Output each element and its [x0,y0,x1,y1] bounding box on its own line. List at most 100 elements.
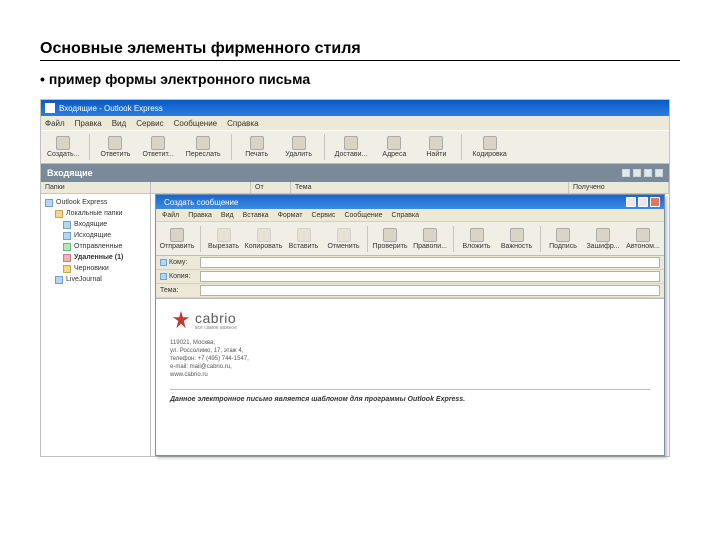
col-subject[interactable]: Тема [291,182,569,193]
cmenu-tools[interactable]: Сервис [311,212,335,219]
ct-send-button[interactable]: Отправить [160,227,194,251]
encrypt-icon [596,228,610,242]
cc-field-row: Копия: [156,270,664,284]
col-from-icons[interactable] [151,182,251,193]
tb-find-label: Найти [426,151,446,158]
minimize-button[interactable] [626,197,636,207]
menu-view[interactable]: Вид [112,119,126,128]
tree-outbox[interactable]: Исходящие [63,230,146,241]
cmenu-insert[interactable]: Вставка [243,212,269,219]
brand-name: cabrio [195,310,237,326]
app-icon [45,103,55,113]
separator [540,226,541,252]
to-input[interactable] [200,257,660,268]
tree-sent[interactable]: Отправленные [63,241,146,252]
tb-new-label: Создать... [47,151,79,158]
cc-label-text: Копия: [169,273,190,280]
reply-icon [108,136,122,150]
cmenu-format[interactable]: Формат [278,212,303,219]
tree-label: Исходящие [74,230,111,241]
separator [461,134,462,160]
cc-input[interactable] [200,271,660,282]
slide-subtitle: •пример формы электронного письма [40,71,680,87]
col-from[interactable]: От [251,182,291,193]
tb-find-button[interactable]: Найти [419,135,453,159]
addr-line4: e-mail: mail@cabrio.ru, [170,363,650,371]
sidebar-header: Папки [41,182,150,194]
ct-label: Подпись [549,243,577,250]
new-mail-icon [56,136,70,150]
separator [367,226,368,252]
addr-line1: 119021, Москва, [170,339,650,347]
compose-body[interactable]: cabrio все самое важное 119021, Москва, … [156,299,664,455]
replyall-icon [151,136,165,150]
tb-reply-button[interactable]: Ответить [98,135,132,159]
ct-attach-button[interactable]: Вложить [460,227,494,251]
tb-encoding-button[interactable]: Кодировка [470,135,508,159]
tree-label: Входящие [74,219,107,230]
folder-title-bar: Входящие [41,164,669,182]
ct-label: Вырезать [208,243,239,250]
tree-deleted[interactable]: Удаленные (1) [63,252,146,263]
tb-addresses-button[interactable]: Адреса [377,135,411,159]
tree-drafts[interactable]: Черновики [63,263,146,274]
tb-encoding-label: Кодировка [472,151,506,158]
ct-sign-button[interactable]: Подпись [546,227,580,251]
separator [89,134,90,160]
subject-input[interactable] [200,285,660,296]
main-menubar: Файл Правка Вид Сервис Сообщение Справка [41,116,669,130]
sign-icon [556,228,570,242]
delete-icon [292,136,306,150]
menu-message[interactable]: Сообщение [174,119,218,128]
tree-livejournal[interactable]: LiveJournal [55,274,146,285]
main-window-title: Входящие - Outlook Express [59,104,163,113]
book-icon [160,273,167,280]
menu-help[interactable]: Справка [227,119,258,128]
col-received[interactable]: Получено [569,182,669,193]
folder-tree: Outlook Express Локальные папки Входящие… [41,194,150,288]
tree-outlook-express[interactable]: Outlook Express [45,197,146,208]
cmenu-view[interactable]: Вид [221,212,234,219]
tree-label: Отправленные [74,241,122,252]
cmenu-edit[interactable]: Правка [188,212,212,219]
check-icon [383,228,397,242]
ct-label: Отправить [160,243,195,250]
tb-delete-button[interactable]: Удалить [282,135,316,159]
menu-edit[interactable]: Правка [75,119,102,128]
tb-print-button[interactable]: Печать [240,135,274,159]
addr-line5: www.cabrio.ru [170,371,650,379]
cmenu-file[interactable]: Файл [162,212,179,219]
ct-encrypt-button[interactable]: Зашифр... [586,227,620,251]
cmenu-help[interactable]: Справка [392,212,419,219]
ct-label: Отменить [328,243,360,250]
tree-label: Удаленные (1) [74,252,123,263]
logo-star-icon [170,309,192,331]
attach-icon [470,228,484,242]
cmenu-message[interactable]: Сообщение [344,212,382,219]
maximize-button[interactable] [638,197,648,207]
account-icon [55,276,63,284]
menu-file[interactable]: Файл [45,119,65,128]
tb-new-button[interactable]: Создать... [45,135,81,159]
tb-forward-button[interactable]: Переслать [184,135,223,159]
main-titlebar: Входящие - Outlook Express [41,100,669,116]
mini-icon [633,169,641,177]
ct-copy-button: Копировать [247,227,281,251]
ct-priority-button[interactable]: Важность [500,227,534,251]
ct-check-button[interactable]: Проверить [373,227,407,251]
tb-replyall-button[interactable]: Ответит... [140,135,175,159]
menu-tools[interactable]: Сервис [136,119,163,128]
divider [170,389,650,390]
separator [231,134,232,160]
ct-offline-button[interactable]: Автоном... [626,227,660,251]
tb-sendrecv-label: Достави... [335,151,368,158]
tb-sendrecv-button[interactable]: Достави... [333,135,370,159]
folder-icon [45,199,53,207]
close-button[interactable] [650,197,660,207]
tree-local-folders[interactable]: Локальные папки [55,208,146,219]
compose-toolbar: Отправить Вырезать Копировать Вставить О… [156,222,664,256]
ct-label: Автоном... [626,243,660,250]
tree-inbox[interactable]: Входящие [63,219,146,230]
folders-sidebar: Папки Outlook Express Локальные папки Вх… [41,182,151,456]
ct-spell-button[interactable]: Правопи... [413,227,447,251]
